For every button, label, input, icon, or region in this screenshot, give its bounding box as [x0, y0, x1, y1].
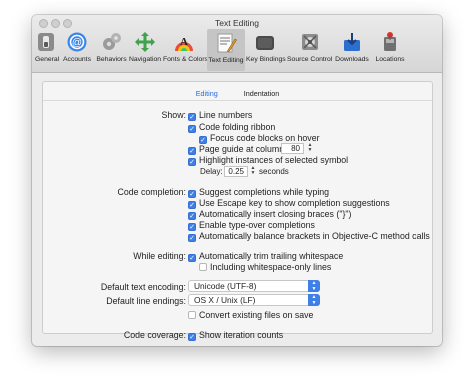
downloads-icon [344, 33, 360, 51]
checkbox-icon: ✓ [188, 201, 196, 209]
toolbar-item-general[interactable]: General [35, 28, 59, 71]
toolbar-item-source-control[interactable]: Source Control [287, 28, 332, 71]
line-endings-select[interactable]: OS X / Unix (LF) ▲ ▼ [188, 294, 320, 306]
type-over-checkbox[interactable]: ✓ Enable type-over completions [188, 220, 315, 231]
toolbar-item-text-editing[interactable]: Text Editing [207, 29, 245, 71]
key-bindings-icon [256, 36, 274, 50]
suggest-completions-checkbox[interactable]: ✓ Suggest completions while typing [188, 187, 329, 198]
code-coverage-label: Code coverage: [123, 330, 186, 340]
text-editing-panel: Editing Indentation Show: ✓ Line numbers … [42, 81, 433, 341]
line-endings-label: Default line endings: [106, 296, 186, 306]
code-folding-checkbox[interactable]: ✓ Code folding ribbon [188, 122, 275, 133]
highlight-symbol-checkbox[interactable]: ✓ Highlight instances of selected symbol [188, 155, 348, 166]
encoding-select[interactable]: Unicode (UTF-8) ▲ ▼ [188, 280, 320, 292]
checkbox-icon: ✓ [188, 223, 196, 231]
line-numbers-checkbox[interactable]: ✓ Line numbers [188, 110, 252, 121]
checkbox-icon: ✓ [188, 212, 196, 220]
checkbox-icon [199, 263, 207, 271]
checkbox-icon: ✓ [188, 113, 196, 121]
delay-label: Delay: [200, 167, 223, 176]
toolbar-item-locations[interactable]: Locations [371, 28, 409, 71]
general-switch-icon [38, 33, 54, 51]
closing-braces-checkbox[interactable]: ✓ Automatically insert closing braces ("}… [188, 209, 351, 220]
toolbar-item-accounts[interactable]: @ Accounts [61, 28, 93, 71]
fonts-colors-icon: A [175, 36, 193, 51]
svg-text:A: A [180, 36, 188, 48]
text-editing-icon [217, 33, 237, 53]
behaviors-gears-icon [102, 33, 121, 50]
page-guide-column-field[interactable]: 80 [281, 143, 304, 154]
toolbar-item-key-bindings[interactable]: Key Bindings [246, 28, 286, 71]
encoding-label: Default text encoding: [100, 282, 186, 292]
toolbar-item-behaviors[interactable]: Behaviors [95, 28, 128, 71]
delay-stepper[interactable]: ▲ ▼ [250, 166, 256, 177]
preferences-window: Text Editing General @ Accounts Behavior… [32, 15, 442, 346]
checkbox-icon: ✓ [188, 147, 196, 155]
delay-unit: seconds [259, 167, 289, 176]
toolbar-item-navigation[interactable]: Navigation [128, 28, 162, 71]
tab-indentation[interactable]: Indentation [244, 89, 280, 98]
checkbox-icon [188, 311, 196, 319]
chevron-updown-icon: ▲ ▼ [308, 280, 320, 292]
checkbox-icon: ✓ [188, 254, 196, 262]
toolbar-item-fonts-colors[interactable]: A Fonts & Colors [163, 28, 208, 71]
convert-files-checkbox[interactable]: Convert existing files on save [188, 310, 313, 320]
delay-field[interactable]: 0.25 [224, 166, 248, 177]
iteration-counts-checkbox[interactable]: ✓ Show iteration counts [188, 330, 283, 341]
checkbox-icon: ✓ [188, 190, 196, 198]
checkbox-icon: ✓ [188, 234, 196, 242]
page-guide-stepper[interactable]: ▲ ▼ [307, 143, 313, 154]
escape-key-checkbox[interactable]: ✓ Use Escape key to show completion sugge… [188, 198, 390, 209]
checkbox-icon: ✓ [188, 158, 196, 166]
balance-brackets-checkbox[interactable]: ✓ Automatically balance brackets in Objec… [188, 231, 430, 242]
whitespace-only-checkbox[interactable]: Including whitespace-only lines [199, 262, 331, 272]
while-editing-label: While editing: [133, 251, 186, 261]
toolbar-item-downloads[interactable]: Downloads [333, 28, 371, 71]
chevron-updown-icon: ▲ ▼ [308, 294, 320, 306]
trim-whitespace-checkbox[interactable]: ✓ Automatically trim trailing whitespace [188, 251, 343, 262]
page-guide-checkbox[interactable]: ✓ Page guide at column: [188, 144, 287, 155]
show-label: Show: [161, 110, 186, 120]
locations-icon [384, 32, 396, 51]
window-title: Text Editing [215, 18, 259, 28]
checkbox-icon: ✓ [199, 136, 207, 144]
toolbar: Text Editing General @ Accounts Behavior… [32, 15, 442, 73]
tab-bar: Editing Indentation [43, 89, 432, 98]
checkbox-icon: ✓ [188, 333, 196, 341]
navigation-arrows-icon [135, 32, 155, 52]
checkbox-icon: ✓ [188, 125, 196, 133]
tab-editing[interactable]: Editing [196, 89, 218, 98]
svg-text:@: @ [72, 38, 82, 49]
code-completion-label: Code completion: [117, 187, 186, 197]
accounts-at-icon: @ [67, 32, 87, 52]
tab-divider [43, 100, 432, 101]
source-control-icon [301, 34, 318, 50]
